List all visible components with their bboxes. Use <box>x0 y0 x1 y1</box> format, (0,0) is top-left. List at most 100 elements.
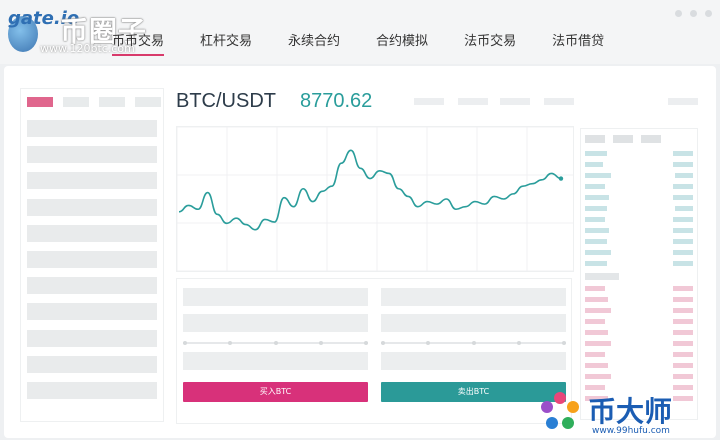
order-book-bid-bar <box>673 217 693 222</box>
order-book-bid-bar <box>673 250 693 255</box>
watermark-cn: 币大师 <box>588 395 673 428</box>
buy-total-input[interactable] <box>183 352 368 370</box>
stat-placeholder <box>668 98 698 105</box>
stat-placeholder <box>500 98 530 105</box>
market-row[interactable] <box>27 355 157 373</box>
order-book-bid-bar <box>675 173 693 178</box>
slider-knob[interactable] <box>562 341 566 345</box>
window-dots <box>675 10 712 17</box>
market-row[interactable] <box>27 329 157 347</box>
slider-knob[interactable] <box>426 341 430 345</box>
order-book-ask-bar <box>585 341 611 346</box>
market-row[interactable] <box>27 303 157 321</box>
slider-knob[interactable] <box>183 341 187 345</box>
app-window: gate.io 币圈子 www.120btc.com 币币交易 杠杆交易 永续合约合… <box>0 0 720 440</box>
market-tab-active[interactable] <box>27 97 53 107</box>
order-book-ask-bar <box>585 374 611 379</box>
nav-item[interactable]: 法币借贷 <box>552 30 604 56</box>
order-book-ask-bar <box>585 297 608 302</box>
order-book-ask-bar <box>673 319 693 324</box>
slider-knob[interactable] <box>472 341 476 345</box>
price-line-endpoint <box>558 176 564 181</box>
order-book-bid-bar <box>673 184 693 189</box>
flower-logo-icon <box>541 392 579 429</box>
order-book-ask-bar <box>585 308 611 313</box>
order-book-bid-bar <box>585 261 607 266</box>
nav-item[interactable]: 永续合约 <box>288 30 340 56</box>
order-book-ask-bar <box>585 319 605 324</box>
order-book-mid-price <box>585 273 619 280</box>
dot-icon[interactable] <box>690 10 697 17</box>
order-book-bid-bar <box>585 206 607 211</box>
slider-knob[interactable] <box>364 341 368 345</box>
price-chart[interactable] <box>176 126 574 272</box>
market-row[interactable] <box>27 382 157 399</box>
top-nav-bar: gate.io 币圈子 www.120btc.com 币币交易 杠杆交易 永续合约合… <box>0 0 720 64</box>
dot-icon[interactable] <box>675 10 682 17</box>
order-book-header <box>585 135 661 143</box>
order-book-ask-bar <box>585 352 605 357</box>
market-tab[interactable] <box>99 97 125 107</box>
price-line <box>178 149 562 231</box>
market-tabs <box>27 97 161 107</box>
market-row[interactable] <box>27 172 157 190</box>
sell-amount-input[interactable] <box>381 314 566 332</box>
sell-price-input[interactable] <box>381 288 566 306</box>
order-book-bid-bar <box>585 217 605 222</box>
order-book-bid-bar <box>673 239 693 244</box>
nav-item[interactable]: 币币交易 <box>112 30 165 56</box>
order-book-ask-bar <box>673 308 693 313</box>
slider-knob[interactable] <box>274 341 278 345</box>
buy-percent-slider[interactable] <box>183 341 368 345</box>
stat-placeholder <box>544 98 574 105</box>
market-row[interactable] <box>27 146 157 164</box>
market-list-panel <box>20 88 164 422</box>
watermark: 币大师 www.99hufu.com <box>536 388 720 440</box>
market-tab[interactable] <box>135 97 161 107</box>
order-book-bid-bar <box>673 261 693 266</box>
order-book-bid-bar <box>585 173 611 178</box>
order-book-col <box>585 135 605 143</box>
main-nav: 币币交易 杠杆交易 永续合约 合约模拟 法币交易 法币借贷 <box>112 30 640 58</box>
order-book-col <box>613 135 633 143</box>
order-book-ask-bar <box>673 286 693 291</box>
order-book-ask-bar <box>673 341 693 346</box>
order-book-ask-bar <box>673 330 693 335</box>
market-row[interactable] <box>27 120 157 137</box>
order-book-bid-bar <box>585 184 605 189</box>
order-book-bid-bar <box>585 195 609 200</box>
slider-knob[interactable] <box>319 341 323 345</box>
market-tab[interactable] <box>63 97 89 107</box>
order-book-bid-bar <box>673 228 693 233</box>
order-book-ask-bar <box>673 352 693 357</box>
slider-knob[interactable] <box>517 341 521 345</box>
order-book-ask-bar <box>585 363 608 368</box>
market-row[interactable] <box>27 251 157 268</box>
buy-button[interactable]: 买入BTC <box>183 382 368 402</box>
order-book-bid-bar <box>673 195 693 200</box>
order-book-bid-bar <box>585 228 609 233</box>
buy-amount-input[interactable] <box>183 314 368 332</box>
stat-placeholder <box>414 98 444 105</box>
order-book-bid-bar <box>585 250 611 255</box>
order-book-bid-bar <box>673 151 693 156</box>
market-row[interactable] <box>27 224 157 242</box>
slider-knob[interactable] <box>228 341 232 345</box>
nav-item[interactable]: 合约模拟 <box>376 30 428 56</box>
order-book-ask-bar <box>585 286 605 291</box>
last-price: 8770.62 <box>300 90 373 112</box>
market-row[interactable] <box>27 277 157 295</box>
buy-price-input[interactable] <box>183 288 368 306</box>
dot-icon[interactable] <box>705 10 712 17</box>
order-book-ask-bar <box>673 363 693 368</box>
nav-item[interactable]: 杠杆交易 <box>200 30 252 56</box>
slider-knob[interactable] <box>381 341 385 345</box>
price-chart-svg <box>176 126 573 272</box>
sell-total-input[interactable] <box>381 352 566 370</box>
order-book-bid-bar <box>585 239 607 244</box>
order-book-ask-bar <box>673 297 693 302</box>
nav-item[interactable]: 法币交易 <box>464 30 516 56</box>
order-book-col <box>641 135 661 143</box>
sell-percent-slider[interactable] <box>381 341 566 345</box>
market-row[interactable] <box>27 198 157 216</box>
